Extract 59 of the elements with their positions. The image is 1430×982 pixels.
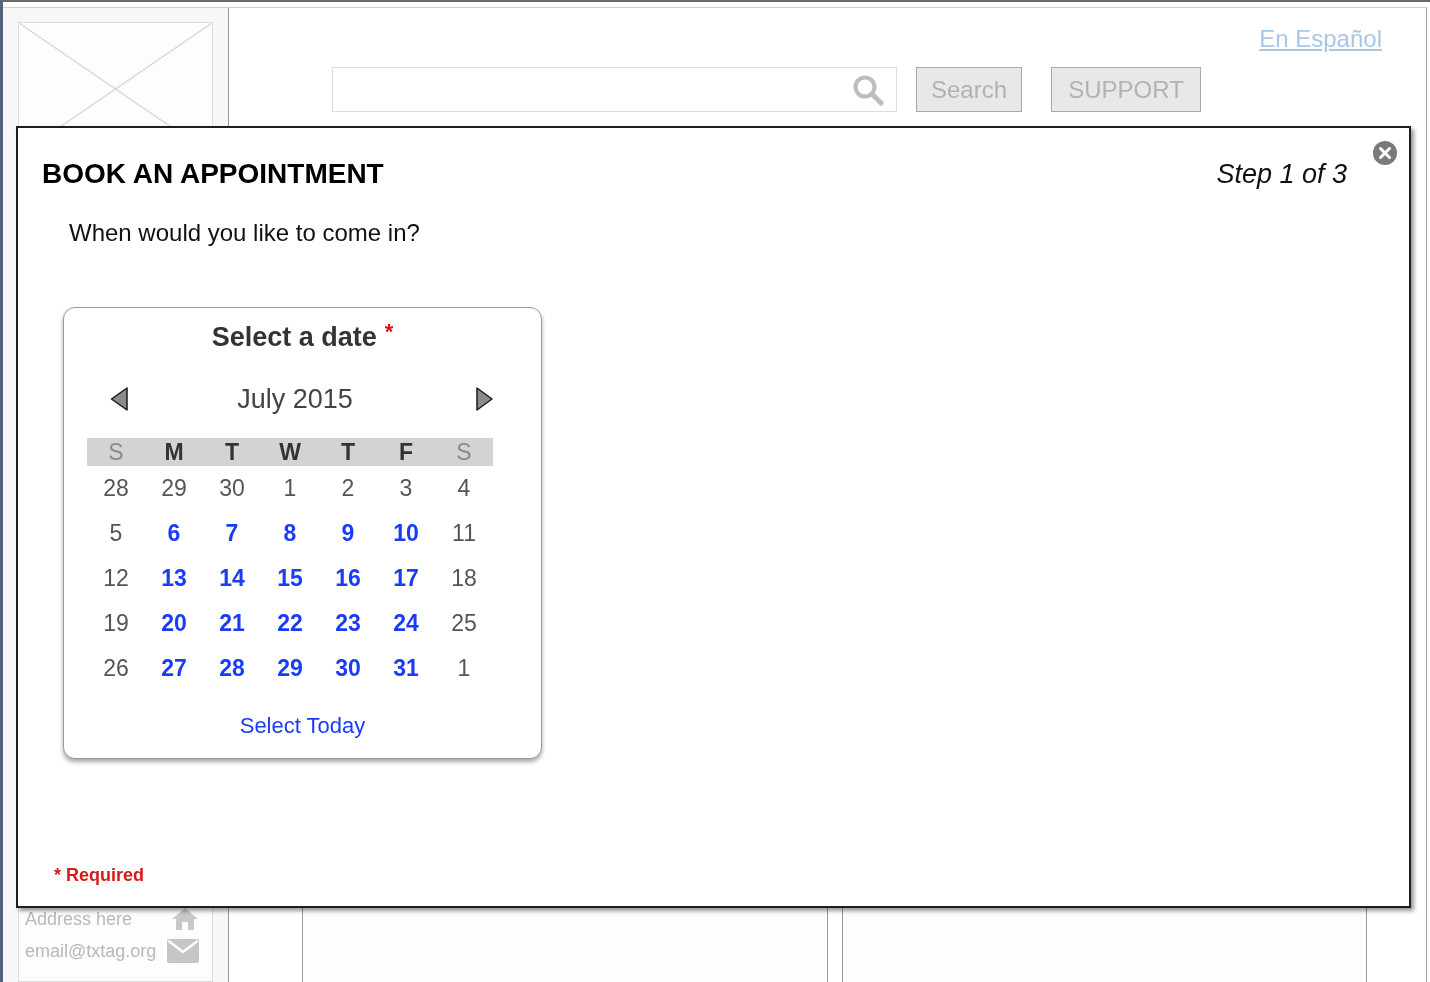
calendar-day[interactable]: 17 <box>393 565 419 592</box>
calendar-day: 5 <box>109 520 123 547</box>
calendar-day: 1 <box>457 655 471 682</box>
address-text: Address here <box>25 908 133 930</box>
calendar-day[interactable]: 13 <box>161 565 187 592</box>
calendar-day[interactable]: 15 <box>277 565 303 592</box>
dialog-title: BOOK AN APPOINTMENT <box>42 158 384 190</box>
calendar-day[interactable]: 30 <box>335 655 361 682</box>
calendar-day[interactable]: 23 <box>335 610 361 637</box>
search-icon <box>852 73 884 106</box>
step-indicator: Step 1 of 3 <box>1216 158 1347 190</box>
envelope-icon <box>167 939 199 963</box>
calendar-day: 1 <box>283 475 297 502</box>
weekday-label: S <box>456 438 472 466</box>
select-today-link[interactable]: Select Today <box>239 713 366 739</box>
month-label: July 2015 <box>237 383 353 415</box>
calendar-day: 4 <box>457 475 471 502</box>
close-icon[interactable] <box>1373 141 1397 165</box>
calendar-day: 26 <box>103 655 129 682</box>
calendar-day[interactable]: 9 <box>341 520 355 547</box>
calendar-day: 25 <box>451 610 477 637</box>
calendar-day[interactable]: 7 <box>225 520 239 547</box>
calendar-day[interactable]: 20 <box>161 610 187 637</box>
calendar-day[interactable]: 6 <box>167 520 181 547</box>
calendar-day: 19 <box>103 610 129 637</box>
required-note: * Required <box>54 865 145 885</box>
calendar-title: Select a date <box>211 322 377 352</box>
calendar-day[interactable]: 24 <box>393 610 419 637</box>
calendar-day[interactable]: 28 <box>219 655 245 682</box>
right-triangle-icon[interactable] <box>476 387 493 411</box>
calendar-day: 11 <box>452 520 476 547</box>
calendar-day[interactable]: 14 <box>219 565 245 592</box>
calendar-day: 18 <box>451 565 477 592</box>
weekday-label: S <box>108 438 124 466</box>
calendar-day: 30 <box>219 475 245 502</box>
weekday-label: T <box>340 438 356 466</box>
required-mark: * <box>384 322 394 342</box>
house-icon <box>171 907 199 931</box>
weekday-label: T <box>224 438 240 466</box>
search-field[interactable] <box>332 67 897 112</box>
weekday-label: M <box>164 438 184 466</box>
calendar-day: 12 <box>103 565 129 592</box>
calendar-day[interactable]: 29 <box>277 655 303 682</box>
weekday-label: F <box>398 438 414 466</box>
email-text: email@txtag.org <box>25 940 157 962</box>
calendar-day: 2 <box>341 475 355 502</box>
calendar-day[interactable]: 16 <box>335 565 361 592</box>
calendar-day: 29 <box>161 475 187 502</box>
calendar-day: 28 <box>103 475 129 502</box>
left-triangle-icon[interactable] <box>110 387 128 411</box>
calendar-day[interactable]: 21 <box>219 610 245 637</box>
calendar-day: 3 <box>399 475 413 502</box>
weekday-label: W <box>279 438 301 466</box>
calendar-day[interactable]: 10 <box>393 520 419 547</box>
calendar-day[interactable]: 22 <box>277 610 303 637</box>
calendar-day[interactable]: 27 <box>161 655 187 682</box>
calendar-day[interactable]: 31 <box>393 655 419 682</box>
calendar-day[interactable]: 8 <box>283 520 297 547</box>
question-text: When would you like to come in? <box>69 219 420 247</box>
